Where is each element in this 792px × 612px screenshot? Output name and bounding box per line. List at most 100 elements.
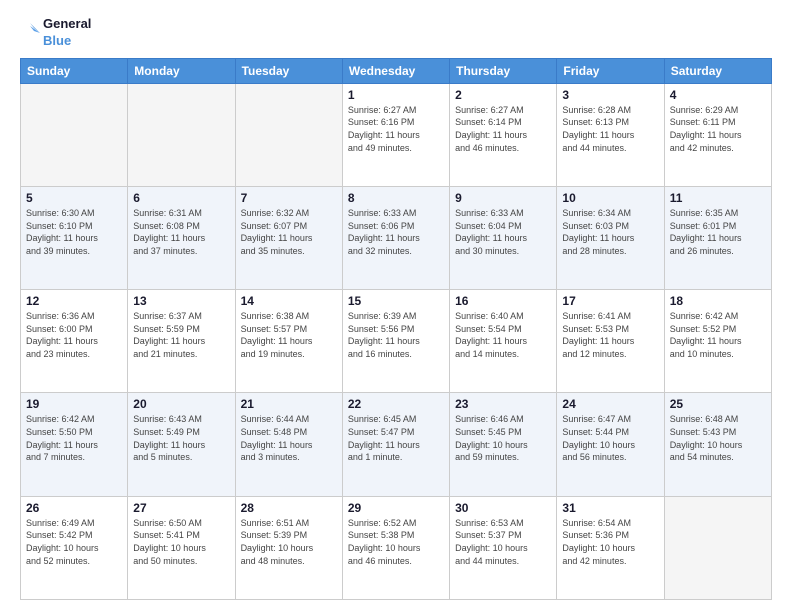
day-number: 14 bbox=[241, 294, 337, 308]
calendar-cell: 15Sunrise: 6:39 AM Sunset: 5:56 PM Dayli… bbox=[342, 290, 449, 393]
logo: General Blue bbox=[20, 16, 91, 50]
calendar-cell: 29 Sunrise: 6:52 AM Sunset: 5:38 PM Dayli… bbox=[342, 496, 449, 599]
day-number: 9 bbox=[455, 191, 551, 205]
calendar-cell: 26Sunrise: 6:49 AM Sunset: 5:42 PM Dayli… bbox=[21, 496, 128, 599]
day-number: 27 bbox=[133, 501, 229, 515]
calendar-cell: 30 Sunrise: 6:53 AM Sunset: 5:37 PM Dayli… bbox=[450, 496, 557, 599]
calendar-cell: 20Sunrise: 6:43 AM Sunset: 5:49 PM Dayli… bbox=[128, 393, 235, 496]
logo-text: General Blue bbox=[43, 16, 91, 50]
day-number: 10 bbox=[562, 191, 658, 205]
calendar-cell bbox=[664, 496, 771, 599]
day-number: 19 bbox=[26, 397, 122, 411]
week-row-1: 1 Sunrise: 6:27 AM Sunset: 6:16 PM Daylig… bbox=[21, 83, 772, 186]
day-number: 25 bbox=[670, 397, 766, 411]
day-info: Sunrise: 6:31 AM Sunset: 6:08 PM Dayligh… bbox=[133, 207, 229, 257]
day-info: Sunrise: 6:45 AM Sunset: 5:47 PM Dayligh… bbox=[348, 413, 444, 463]
day-info: Sunrise: 6:38 AM Sunset: 5:57 PM Dayligh… bbox=[241, 310, 337, 360]
day-number: 1 bbox=[348, 88, 444, 102]
day-info: Sunrise: 6:51 AM Sunset: 5:39 PM Dayligh… bbox=[241, 517, 337, 567]
calendar-header-row: SundayMondayTuesdayWednesdayThursdayFrid… bbox=[21, 58, 772, 83]
calendar-cell bbox=[21, 83, 128, 186]
calendar-cell: 12 Sunrise: 6:36 AM Sunset: 6:00 PM Dayli… bbox=[21, 290, 128, 393]
day-number: 7 bbox=[241, 191, 337, 205]
day-number: 3 bbox=[562, 88, 658, 102]
day-info: Sunrise: 6:37 AM Sunset: 5:59 PM Dayligh… bbox=[133, 310, 229, 360]
calendar-cell: 24 Sunrise: 6:47 AM Sunset: 5:44 PM Dayli… bbox=[557, 393, 664, 496]
day-info: Sunrise: 6:27 AM Sunset: 6:14 PM Dayligh… bbox=[455, 104, 551, 154]
day-number: 23 bbox=[455, 397, 551, 411]
calendar-cell: 31Sunrise: 6:54 AM Sunset: 5:36 PM Dayli… bbox=[557, 496, 664, 599]
calendar-cell: 3 Sunrise: 6:28 AM Sunset: 6:13 PM Daylig… bbox=[557, 83, 664, 186]
day-number: 12 bbox=[26, 294, 122, 308]
day-info: Sunrise: 6:33 AM Sunset: 6:04 PM Dayligh… bbox=[455, 207, 551, 257]
day-info: Sunrise: 6:32 AM Sunset: 6:07 PM Dayligh… bbox=[241, 207, 337, 257]
day-info: Sunrise: 6:27 AM Sunset: 6:16 PM Dayligh… bbox=[348, 104, 444, 154]
calendar-cell: 13 Sunrise: 6:37 AM Sunset: 5:59 PM Dayli… bbox=[128, 290, 235, 393]
day-number: 30 bbox=[455, 501, 551, 515]
calendar-cell: 14 Sunrise: 6:38 AM Sunset: 5:57 PM Dayli… bbox=[235, 290, 342, 393]
day-number: 18 bbox=[670, 294, 766, 308]
logo-bird-icon bbox=[20, 18, 40, 48]
day-header-friday: Friday bbox=[557, 58, 664, 83]
week-row-4: 19 Sunrise: 6:42 AM Sunset: 5:50 PM Dayli… bbox=[21, 393, 772, 496]
week-row-3: 12 Sunrise: 6:36 AM Sunset: 6:00 PM Dayli… bbox=[21, 290, 772, 393]
day-header-saturday: Saturday bbox=[664, 58, 771, 83]
day-number: 17 bbox=[562, 294, 658, 308]
calendar-cell bbox=[128, 83, 235, 186]
calendar-cell: 23 Sunrise: 6:46 AM Sunset: 5:45 PM Dayli… bbox=[450, 393, 557, 496]
logo-container: General Blue bbox=[20, 16, 91, 50]
day-info: Sunrise: 6:43 AM Sunset: 5:49 PM Dayligh… bbox=[133, 413, 229, 463]
day-number: 24 bbox=[562, 397, 658, 411]
calendar-cell: 11 Sunrise: 6:35 AM Sunset: 6:01 PM Dayli… bbox=[664, 187, 771, 290]
day-info: Sunrise: 6:28 AM Sunset: 6:13 PM Dayligh… bbox=[562, 104, 658, 154]
calendar-cell: 18 Sunrise: 6:42 AM Sunset: 5:52 PM Dayli… bbox=[664, 290, 771, 393]
calendar-cell: 9 Sunrise: 6:33 AM Sunset: 6:04 PM Daylig… bbox=[450, 187, 557, 290]
day-info: Sunrise: 6:42 AM Sunset: 5:52 PM Dayligh… bbox=[670, 310, 766, 360]
day-number: 6 bbox=[133, 191, 229, 205]
day-number: 13 bbox=[133, 294, 229, 308]
day-number: 11 bbox=[670, 191, 766, 205]
day-number: 8 bbox=[348, 191, 444, 205]
day-info: Sunrise: 6:53 AM Sunset: 5:37 PM Dayligh… bbox=[455, 517, 551, 567]
calendar-cell: 19 Sunrise: 6:42 AM Sunset: 5:50 PM Dayli… bbox=[21, 393, 128, 496]
day-number: 29 bbox=[348, 501, 444, 515]
day-info: Sunrise: 6:44 AM Sunset: 5:48 PM Dayligh… bbox=[241, 413, 337, 463]
calendar-table: SundayMondayTuesdayWednesdayThursdayFrid… bbox=[20, 58, 772, 600]
day-info: Sunrise: 6:34 AM Sunset: 6:03 PM Dayligh… bbox=[562, 207, 658, 257]
day-number: 21 bbox=[241, 397, 337, 411]
day-header-tuesday: Tuesday bbox=[235, 58, 342, 83]
day-info: Sunrise: 6:35 AM Sunset: 6:01 PM Dayligh… bbox=[670, 207, 766, 257]
day-number: 2 bbox=[455, 88, 551, 102]
calendar-cell: 27 Sunrise: 6:50 AM Sunset: 5:41 PM Dayli… bbox=[128, 496, 235, 599]
day-info: Sunrise: 6:30 AM Sunset: 6:10 PM Dayligh… bbox=[26, 207, 122, 257]
day-info: Sunrise: 6:50 AM Sunset: 5:41 PM Dayligh… bbox=[133, 517, 229, 567]
day-info: Sunrise: 6:52 AM Sunset: 5:38 PM Dayligh… bbox=[348, 517, 444, 567]
day-info: Sunrise: 6:42 AM Sunset: 5:50 PM Dayligh… bbox=[26, 413, 122, 463]
calendar-cell: 6 Sunrise: 6:31 AM Sunset: 6:08 PM Daylig… bbox=[128, 187, 235, 290]
day-header-monday: Monday bbox=[128, 58, 235, 83]
page: General Blue SundayMondayTuesdayWednesda… bbox=[0, 0, 792, 612]
day-number: 16 bbox=[455, 294, 551, 308]
day-number: 22 bbox=[348, 397, 444, 411]
calendar-cell: 22 Sunrise: 6:45 AM Sunset: 5:47 PM Dayli… bbox=[342, 393, 449, 496]
calendar-cell: 5Sunrise: 6:30 AM Sunset: 6:10 PM Daylig… bbox=[21, 187, 128, 290]
day-number: 28 bbox=[241, 501, 337, 515]
calendar-cell: 25 Sunrise: 6:48 AM Sunset: 5:43 PM Dayli… bbox=[664, 393, 771, 496]
day-number: 4 bbox=[670, 88, 766, 102]
day-info: Sunrise: 6:29 AM Sunset: 6:11 PM Dayligh… bbox=[670, 104, 766, 154]
calendar-cell: 4 Sunrise: 6:29 AM Sunset: 6:11 PM Daylig… bbox=[664, 83, 771, 186]
week-row-2: 5Sunrise: 6:30 AM Sunset: 6:10 PM Daylig… bbox=[21, 187, 772, 290]
day-number: 15 bbox=[348, 294, 444, 308]
day-info: Sunrise: 6:46 AM Sunset: 5:45 PM Dayligh… bbox=[455, 413, 551, 463]
day-info: Sunrise: 6:54 AM Sunset: 5:36 PM Dayligh… bbox=[562, 517, 658, 567]
day-header-wednesday: Wednesday bbox=[342, 58, 449, 83]
calendar-cell: 1 Sunrise: 6:27 AM Sunset: 6:16 PM Daylig… bbox=[342, 83, 449, 186]
day-info: Sunrise: 6:47 AM Sunset: 5:44 PM Dayligh… bbox=[562, 413, 658, 463]
calendar-cell: 8Sunrise: 6:33 AM Sunset: 6:06 PM Daylig… bbox=[342, 187, 449, 290]
day-header-thursday: Thursday bbox=[450, 58, 557, 83]
header: General Blue bbox=[20, 16, 772, 50]
calendar-cell: 21 Sunrise: 6:44 AM Sunset: 5:48 PM Dayli… bbox=[235, 393, 342, 496]
day-info: Sunrise: 6:36 AM Sunset: 6:00 PM Dayligh… bbox=[26, 310, 122, 360]
day-number: 26 bbox=[26, 501, 122, 515]
day-info: Sunrise: 6:48 AM Sunset: 5:43 PM Dayligh… bbox=[670, 413, 766, 463]
